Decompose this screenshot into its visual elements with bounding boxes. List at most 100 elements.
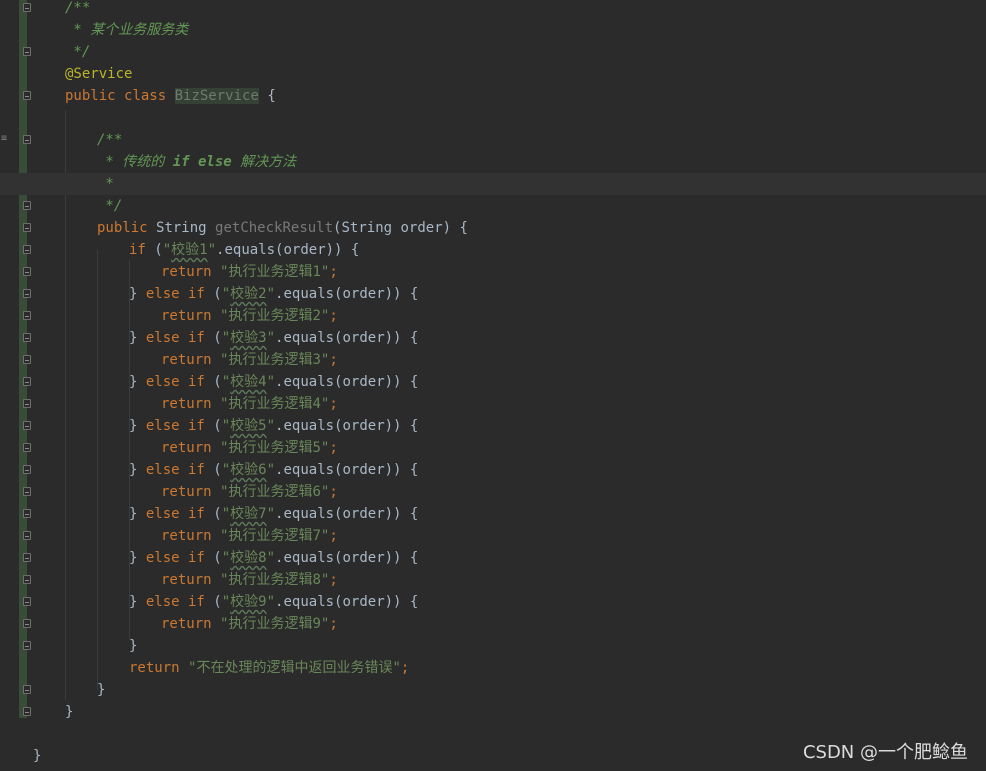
code-token: " (266, 506, 276, 522)
code-line[interactable]: if ("校验1".equals(order)) { (0, 239, 986, 261)
code-token: 校验9 (230, 594, 267, 610)
code-token: return (161, 484, 221, 500)
code-line-text: return "执行业务逻辑1"; (161, 261, 338, 283)
code-token: return (161, 264, 221, 280)
code-line[interactable]: @Service (0, 63, 986, 85)
code-token: else if (145, 330, 214, 346)
code-token: * 传统的 (97, 154, 173, 170)
code-token: (String order) { (333, 220, 468, 236)
code-line[interactable] (0, 107, 986, 129)
code-token: .equals(order)) { (275, 330, 419, 346)
code-line[interactable]: /** (0, 129, 986, 151)
code-token: 校验8 (230, 550, 267, 566)
code-token: ( (213, 550, 222, 566)
code-line[interactable]: return "执行业务逻辑7"; (0, 525, 986, 547)
code-line[interactable]: } else if ("校验5".equals(order)) { (0, 415, 986, 437)
code-token: } (65, 704, 74, 720)
code-token: ( (213, 374, 222, 390)
code-line-text: if ("校验1".equals(order)) { (129, 239, 359, 261)
code-token: if else (172, 154, 232, 170)
code-line[interactable]: return "执行业务逻辑9"; (0, 613, 986, 635)
code-token: else if (145, 286, 214, 302)
code-line-text: return "执行业务逻辑8"; (161, 569, 338, 591)
code-line-text: } else if ("校验9".equals(order)) { (129, 591, 418, 613)
code-token: 解决方法 (231, 154, 297, 170)
code-token: ( (213, 506, 222, 522)
code-token: .equals(order)) { (275, 462, 419, 478)
code-line[interactable]: /** (0, 0, 986, 19)
code-line-text: } else if ("校验2".equals(order)) { (129, 283, 418, 305)
code-token: } (129, 462, 146, 478)
code-line-text: public String getCheckResult(String orde… (97, 217, 468, 239)
code-editor[interactable]: ≡ /** * 某个业务服务类 */@Service public class B… (0, 0, 986, 771)
code-line[interactable]: return "不在处理的逻辑中返回业务错误"; (0, 657, 986, 679)
code-line-text: return "执行业务逻辑5"; (161, 437, 338, 459)
code-token: " (221, 418, 231, 434)
code-line[interactable]: public String getCheckResult(String orde… (0, 217, 986, 239)
code-line[interactable]: * (0, 173, 986, 195)
code-token: ( (154, 242, 163, 258)
code-token: ( (213, 418, 222, 434)
code-line[interactable]: } else if ("校验6".equals(order)) { (0, 459, 986, 481)
code-line[interactable]: return "执行业务逻辑5"; (0, 437, 986, 459)
code-token: .equals(order)) { (275, 594, 419, 610)
code-line[interactable]: } else if ("校验2".equals(order)) { (0, 283, 986, 305)
code-line[interactable]: return "执行业务逻辑3"; (0, 349, 986, 371)
code-line-text: } (65, 701, 73, 723)
code-line[interactable]: * 传统的 if else 解决方法 (0, 151, 986, 173)
code-token: "不在处理的逻辑中返回业务错误" (188, 660, 401, 676)
code-line[interactable]: */ (0, 195, 986, 217)
code-token: 校验2 (230, 286, 267, 302)
code-line-text: * 某个业务服务类 (65, 19, 188, 41)
code-token: ; (329, 484, 338, 500)
code-token: ; (329, 264, 338, 280)
code-line-text: } else if ("校验5".equals(order)) { (129, 415, 418, 437)
code-line[interactable]: } (0, 679, 986, 701)
code-token: */ (65, 44, 91, 60)
code-line[interactable]: } else if ("校验9".equals(order)) { (0, 591, 986, 613)
code-token: ; (329, 616, 338, 632)
code-line[interactable]: return "执行业务逻辑8"; (0, 569, 986, 591)
code-token: } (97, 682, 106, 698)
code-line[interactable]: public class BizService { (0, 85, 986, 107)
code-token: .equals(order)) { (275, 286, 419, 302)
code-token: "执行业务逻辑8" (220, 572, 330, 588)
code-line[interactable]: } (0, 701, 986, 723)
code-token: " (266, 550, 276, 566)
code-line-text: /** (65, 0, 90, 19)
code-token: " (266, 330, 276, 346)
code-token: getCheckResult (215, 220, 334, 236)
code-line[interactable]: return "执行业务逻辑2"; (0, 305, 986, 327)
code-line[interactable]: } else if ("校验4".equals(order)) { (0, 371, 986, 393)
code-line[interactable]: return "执行业务逻辑6"; (0, 481, 986, 503)
code-token: } (129, 506, 146, 522)
code-token: return (161, 396, 221, 412)
code-token: /** (97, 132, 123, 148)
code-line-text: */ (97, 195, 122, 217)
code-token: } (129, 550, 146, 566)
code-token: } (129, 638, 138, 654)
code-token: 校验7 (230, 506, 267, 522)
code-token: ; (329, 440, 338, 456)
code-line[interactable]: } else if ("校验8".equals(order)) { (0, 547, 986, 569)
code-line[interactable]: return "执行业务逻辑1"; (0, 261, 986, 283)
code-token: " (207, 242, 217, 258)
code-line[interactable]: } else if ("校验7".equals(order)) { (0, 503, 986, 525)
code-token: class (124, 88, 175, 104)
code-line-text: @Service (65, 63, 132, 85)
code-line-text: } else if ("校验6".equals(order)) { (129, 459, 418, 481)
code-line[interactable]: * 某个业务服务类 (0, 19, 986, 41)
code-line[interactable]: } (0, 635, 986, 657)
code-token: if (129, 242, 155, 258)
code-token: ; (329, 352, 338, 368)
code-line-text: } else if ("校验7".equals(order)) { (129, 503, 418, 525)
code-token: ( (213, 594, 222, 610)
code-line[interactable]: return "执行业务逻辑4"; (0, 393, 986, 415)
code-line[interactable]: */ (0, 41, 986, 63)
code-token: .equals(order)) { (216, 242, 360, 258)
code-line[interactable]: } else if ("校验3".equals(order)) { (0, 327, 986, 349)
code-token: return (161, 308, 221, 324)
code-token: " (221, 330, 231, 346)
code-line-text: return "执行业务逻辑7"; (161, 525, 338, 547)
code-token: " (266, 418, 276, 434)
